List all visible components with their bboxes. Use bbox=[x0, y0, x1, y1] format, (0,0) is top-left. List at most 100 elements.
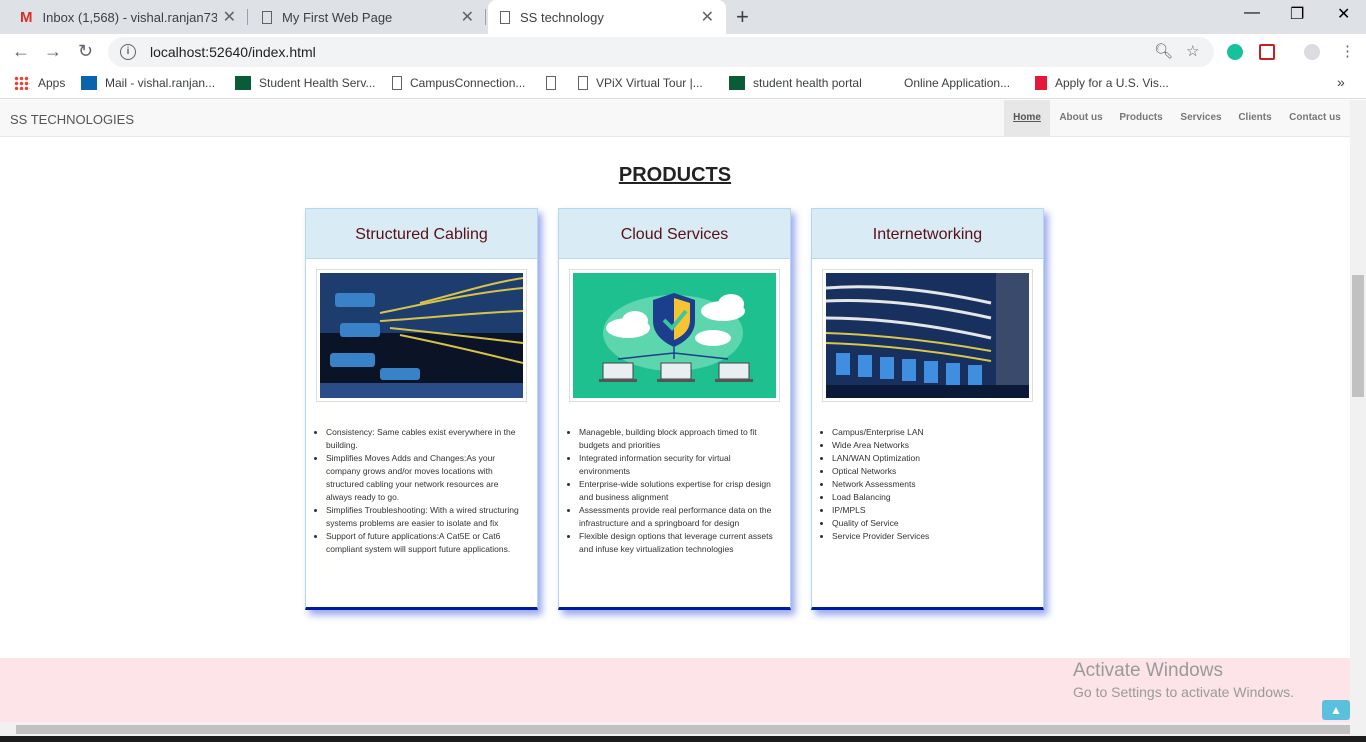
nav-home[interactable]: Home bbox=[1004, 100, 1050, 136]
bookmark-apps[interactable]: Apps bbox=[14, 76, 65, 90]
feature-list: Consistency: Same cables exist everywher… bbox=[326, 426, 526, 556]
browser-toolbar: ← → ↻ i localhost:52640/index.html 🔍︎ ☆ … bbox=[0, 34, 1366, 70]
products-heading: PRODUCTS bbox=[618, 164, 732, 186]
bookmark-label: Student Health Serv... bbox=[259, 76, 376, 90]
bookmark-vpix[interactable]: VPiX Virtual Tour |... bbox=[578, 76, 703, 90]
taskbar-edge bbox=[0, 736, 1366, 742]
bookmark-mail[interactable]: Mail - vishal.ranjan... bbox=[81, 76, 215, 90]
close-tab-icon[interactable]: ✕ bbox=[461, 7, 474, 27]
back-icon[interactable]: ← bbox=[12, 41, 30, 62]
page-icon bbox=[500, 10, 510, 24]
tab-title: SS technology bbox=[520, 9, 604, 25]
tab-inbox[interactable]: M Inbox (1,568) - vishal.ranjan7313 ✕ bbox=[8, 0, 248, 34]
list-item: Service Provider Services bbox=[832, 530, 1032, 543]
list-item: Integrated information security for virt… bbox=[579, 452, 779, 478]
extension-icon[interactable] bbox=[1259, 44, 1275, 60]
apps-grid-icon bbox=[14, 76, 30, 90]
card-title: Cloud Services bbox=[559, 209, 790, 259]
bookmark-label: Apply for a U.S. Vis... bbox=[1055, 76, 1169, 90]
grammarly-extension-icon[interactable] bbox=[1227, 44, 1243, 60]
list-item: Simplifies Moves Adds and Changes:As you… bbox=[326, 452, 526, 504]
list-item: Quality of Service bbox=[832, 517, 1032, 530]
list-item: Flexible design options that leverage cu… bbox=[579, 530, 779, 556]
cloud-security-image bbox=[569, 269, 780, 402]
nav-products[interactable]: Products bbox=[1113, 100, 1169, 136]
site-navbar: SS TECHNOLOGIES Home About us Products S… bbox=[0, 100, 1350, 137]
network-cables-image bbox=[316, 269, 527, 402]
nav-clients[interactable]: Clients bbox=[1232, 100, 1278, 136]
page-icon bbox=[546, 76, 556, 90]
activate-windows-watermark: Activate Windows Go to Settings to activ… bbox=[1073, 660, 1294, 700]
new-tab-button[interactable]: + bbox=[736, 4, 749, 30]
bookmark-campusconnection[interactable]: CampusConnection... bbox=[392, 76, 525, 90]
web-page: SS TECHNOLOGIES Home About us Products S… bbox=[0, 100, 1350, 722]
watermark-subtitle: Go to Settings to activate Windows. bbox=[1073, 684, 1294, 700]
bookmark-online-application[interactable]: Online Application... bbox=[904, 76, 1010, 90]
restore-icon[interactable]: ❐ bbox=[1290, 4, 1304, 24]
outlook-icon bbox=[81, 76, 97, 90]
page-icon bbox=[578, 76, 588, 90]
list-item: Enterprise-wide solutions expertise for … bbox=[579, 478, 779, 504]
tab-my-first-web-page[interactable]: My First Web Page ✕ bbox=[250, 0, 486, 34]
list-item: Campus/Enterprise LAN bbox=[832, 426, 1032, 439]
list-item: Simplifies Troubleshooting: With a wired… bbox=[326, 504, 526, 530]
site-brand[interactable]: SS TECHNOLOGIES bbox=[10, 112, 134, 127]
tab-ss-technology[interactable]: SS technology ✕ bbox=[488, 0, 726, 34]
site-info-icon[interactable]: i bbox=[120, 44, 136, 60]
bookmark-student-health-portal[interactable]: student health portal bbox=[729, 76, 862, 90]
feature-list: Manageble, building block approach timed… bbox=[579, 426, 779, 556]
list-item: Load Balancing bbox=[832, 491, 1032, 504]
close-window-icon[interactable]: ✕ bbox=[1337, 4, 1350, 24]
feature-list: Campus/Enterprise LAN Wide Area Networks… bbox=[832, 426, 1032, 543]
list-item: LAN/WAN Optimization bbox=[832, 452, 1032, 465]
bookmarks-bar: Apps Mail - vishal.ranjan... Student Hea… bbox=[0, 70, 1366, 99]
address-bar[interactable]: i localhost:52640/index.html bbox=[108, 37, 1214, 67]
list-item: Consistency: Same cables exist everywher… bbox=[326, 426, 526, 452]
bookmark-blank[interactable] bbox=[546, 76, 564, 90]
gmail-icon: M bbox=[20, 8, 33, 26]
ndsu-icon bbox=[729, 76, 745, 90]
bookmark-star-icon[interactable]: ☆ bbox=[1186, 42, 1199, 60]
product-card-structured-cabling: Structured Cabling • Consistency: Same c… bbox=[305, 208, 538, 610]
list-item: Manageble, building block approach timed… bbox=[579, 426, 779, 452]
url-text: localhost:52640/index.html bbox=[150, 44, 316, 60]
vertical-scrollbar[interactable] bbox=[1350, 100, 1366, 722]
reload-icon[interactable]: ↻ bbox=[78, 41, 93, 62]
bookmark-label: Online Application... bbox=[904, 76, 1011, 90]
card-title: Internetworking bbox=[812, 209, 1043, 259]
bookmark-label: VPiX Virtual Tour |... bbox=[596, 76, 703, 90]
bookmark-student-health[interactable]: Student Health Serv... bbox=[235, 76, 376, 90]
card-title: Structured Cabling bbox=[306, 209, 537, 259]
browser-tab-bar: M Inbox (1,568) - vishal.ranjan7313 ✕ My… bbox=[0, 0, 1366, 34]
cgi-icon bbox=[1035, 76, 1047, 90]
list-item: Network Assessments bbox=[832, 478, 1032, 491]
bookmark-us-visa[interactable]: Apply for a U.S. Vis... bbox=[1035, 76, 1169, 90]
list-item: Support of future applications:A Cat5E o… bbox=[326, 530, 526, 556]
close-tab-icon[interactable]: ✕ bbox=[701, 7, 714, 27]
zoom-icon[interactable]: 🔍︎ bbox=[1154, 42, 1173, 60]
back-to-top-button[interactable]: ▲ bbox=[1322, 700, 1350, 720]
vertical-scrollbar-thumb[interactable] bbox=[1352, 275, 1364, 397]
menu-icon[interactable]: ⋮ bbox=[1340, 42, 1355, 60]
watermark-title: Activate Windows bbox=[1073, 660, 1223, 681]
more-bookmarks-icon[interactable]: » bbox=[1337, 74, 1345, 90]
list-item: IP/MPLS bbox=[832, 504, 1032, 517]
bookmark-label: Mail - vishal.ranjan... bbox=[105, 76, 216, 90]
profile-avatar[interactable] bbox=[1304, 44, 1320, 60]
nav-contact-us[interactable]: Contact us bbox=[1284, 100, 1346, 136]
page-icon bbox=[262, 10, 272, 24]
horizontal-scrollbar[interactable] bbox=[0, 722, 1366, 736]
tab-title: Inbox (1,568) - vishal.ranjan7313 bbox=[42, 9, 217, 25]
nav-about-us[interactable]: About us bbox=[1053, 100, 1109, 136]
minimize-icon[interactable]: — bbox=[1244, 4, 1260, 22]
ndsu-icon bbox=[235, 76, 251, 90]
horizontal-scrollbar-thumb[interactable] bbox=[16, 725, 1350, 734]
close-tab-icon[interactable]: ✕ bbox=[223, 7, 236, 27]
product-card-internetworking: Internetworking • Campus/Enterprise LAN … bbox=[811, 208, 1044, 610]
forward-icon[interactable]: → bbox=[44, 41, 62, 62]
bookmark-label: Apps bbox=[38, 76, 66, 90]
bookmark-label: CampusConnection... bbox=[410, 76, 526, 90]
nav-services[interactable]: Services bbox=[1174, 100, 1228, 136]
list-item: Optical Networks bbox=[832, 465, 1032, 478]
bookmark-label: student health portal bbox=[753, 76, 862, 90]
